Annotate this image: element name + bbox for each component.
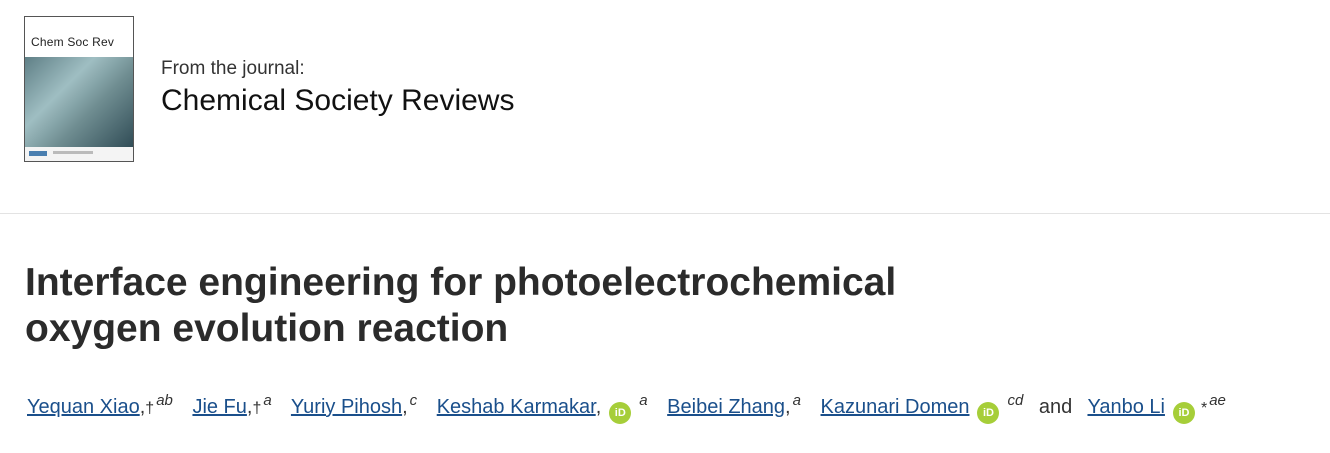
and-conjunction: and (1038, 396, 1073, 418)
corresponding-author-mark: * (1200, 400, 1208, 417)
header-divider (0, 213, 1330, 214)
from-journal-label: From the journal: (161, 58, 305, 79)
author-link[interactable]: Kazunari Domen (821, 396, 970, 418)
author-link[interactable]: Keshab Karmakar (437, 396, 596, 418)
publisher-logo-icon (29, 151, 47, 156)
orcid-icon[interactable]: iD (977, 402, 1000, 424)
article-title-line-1: Interface engineering for photoelectroch… (25, 261, 897, 304)
author-item: Beibei Zhang, a (667, 392, 801, 418)
affiliation-superscript: a (639, 392, 648, 409)
author-item: Jie Fu,† a (192, 392, 272, 418)
author-link[interactable]: Beibei Zhang (667, 396, 785, 418)
affiliation-superscript: a (263, 392, 272, 409)
author-link[interactable]: Yanbo Li (1087, 396, 1164, 418)
author-item: Keshab Karmakar, iDa (437, 392, 648, 424)
equal-contribution-mark: † (252, 400, 262, 417)
journal-cover-image[interactable]: Chem Soc Rev (24, 16, 134, 162)
equal-contribution-mark: † (145, 400, 155, 417)
journal-name-link[interactable]: Chemical Society Reviews (161, 84, 514, 118)
affiliation-superscript: ae (1209, 392, 1226, 409)
affiliation-superscript: c (409, 392, 418, 409)
author-list: Yequan Xiao,† ab Jie Fu,† a Yuriy Pihosh, c… (27, 392, 1327, 424)
orcid-icon[interactable]: iD (609, 402, 632, 424)
affiliation-superscript: ab (156, 392, 173, 409)
orcid-icon[interactable]: iD (1172, 402, 1195, 424)
author-link[interactable]: Yuriy Pihosh (291, 396, 402, 418)
cover-artwork (25, 57, 133, 149)
affiliation-superscript: a (792, 392, 801, 409)
cover-title: Chem Soc Rev (31, 35, 115, 49)
author-link[interactable]: Jie Fu (192, 396, 246, 418)
journal-header: Chem Soc Rev From the journal: Chemical … (24, 16, 1324, 162)
article-title-line-2: oxygen evolution reaction (25, 307, 509, 350)
cover-footer (25, 147, 133, 161)
author-link[interactable]: Yequan Xiao (27, 396, 140, 418)
author-item: Yequan Xiao,† ab (27, 392, 173, 418)
affiliation-superscript: cd (1007, 392, 1024, 409)
author-item: Kazunari Domen iD cd (821, 392, 1023, 424)
author-item: Yanbo Li iD * ae (1087, 392, 1226, 424)
cover-footer-text (53, 151, 93, 154)
author-item: Yuriy Pihosh, c (290, 392, 418, 418)
article-title: Interface engineering for photoelectroch… (25, 260, 1025, 352)
